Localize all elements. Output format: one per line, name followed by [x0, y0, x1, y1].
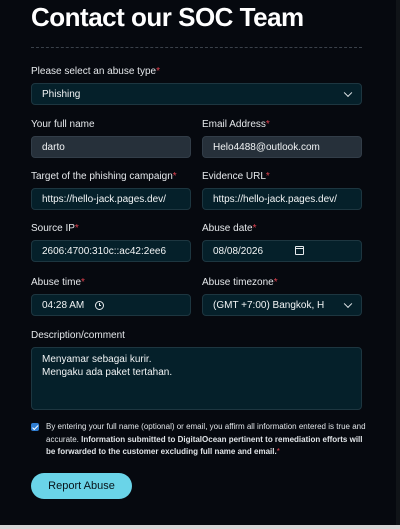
description-label: Description/comment: [31, 330, 125, 341]
clock-icon[interactable]: [95, 300, 105, 310]
abuse-time-label: Abuse time*: [31, 277, 85, 288]
source-ip-value: 2606:4700:310c::ac42:2ee6: [42, 245, 166, 257]
target-value: https://hello-jack.pages.dev/: [42, 193, 166, 205]
report-abuse-button[interactable]: Report Abuse: [31, 473, 132, 499]
consent-text-bold: Information submitted to DigitalOcean pe…: [46, 434, 363, 457]
source-ip-label: Source IP*: [31, 223, 79, 234]
abuse-date-value: 08/08/2026: [213, 245, 264, 257]
evidence-url-value: https://hello-jack.pages.dev/: [213, 193, 337, 205]
consent-text: By entering your full name (optional) or…: [46, 421, 371, 459]
full-name-input[interactable]: darto: [31, 136, 191, 158]
chevron-down-icon: [343, 88, 353, 98]
abuse-date-label: Abuse date*: [202, 223, 257, 234]
contact-form-page: Contact our SOC Team Please select an ab…: [0, 0, 400, 529]
email-value: Helo4488@outlook.com: [213, 141, 320, 153]
target-input[interactable]: https://hello-jack.pages.dev/: [31, 188, 191, 210]
consent-required-mark: *: [276, 447, 280, 456]
target-label: Target of the phishing campaign*: [31, 171, 177, 182]
abuse-date-input[interactable]: 08/08/2026: [202, 240, 362, 262]
scrollbar-track[interactable]: [396, 0, 400, 525]
description-textarea[interactable]: Menyamar sebagai kurir. Mengaku ada pake…: [31, 347, 362, 410]
abuse-type-label: Please select an abuse type*: [31, 66, 160, 77]
email-label: Email Address*: [202, 119, 270, 130]
evidence-url-input[interactable]: https://hello-jack.pages.dev/: [202, 188, 362, 210]
abuse-type-select[interactable]: Phishing: [31, 83, 362, 105]
calendar-icon[interactable]: [295, 246, 304, 255]
bottom-edge: [0, 525, 400, 529]
email-input[interactable]: Helo4488@outlook.com: [202, 136, 362, 158]
abuse-time-input[interactable]: 04:28 AM: [31, 294, 191, 316]
chevron-down-icon: [343, 299, 353, 309]
abuse-timezone-label: Abuse timezone*: [202, 277, 278, 288]
full-name-label: Your full name: [31, 119, 95, 130]
description-line-1: Menyamar sebagai kurir.: [42, 354, 152, 365]
title-divider: [31, 47, 362, 48]
source-ip-input[interactable]: 2606:4700:310c::ac42:2ee6: [31, 240, 191, 262]
abuse-timezone-value: (GMT +7:00) Bangkok, H: [213, 299, 325, 311]
evidence-url-label: Evidence URL*: [202, 171, 270, 182]
full-name-value: darto: [42, 141, 65, 153]
abuse-time-value: 04:28 AM: [42, 299, 85, 311]
abuse-timezone-select[interactable]: (GMT +7:00) Bangkok, H: [202, 294, 362, 316]
abuse-type-value: Phishing: [42, 88, 81, 100]
description-line-2: Mengaku ada paket tertahan.: [42, 367, 173, 378]
consent-checkbox[interactable]: [31, 423, 39, 431]
page-title: Contact our SOC Team: [31, 2, 304, 32]
